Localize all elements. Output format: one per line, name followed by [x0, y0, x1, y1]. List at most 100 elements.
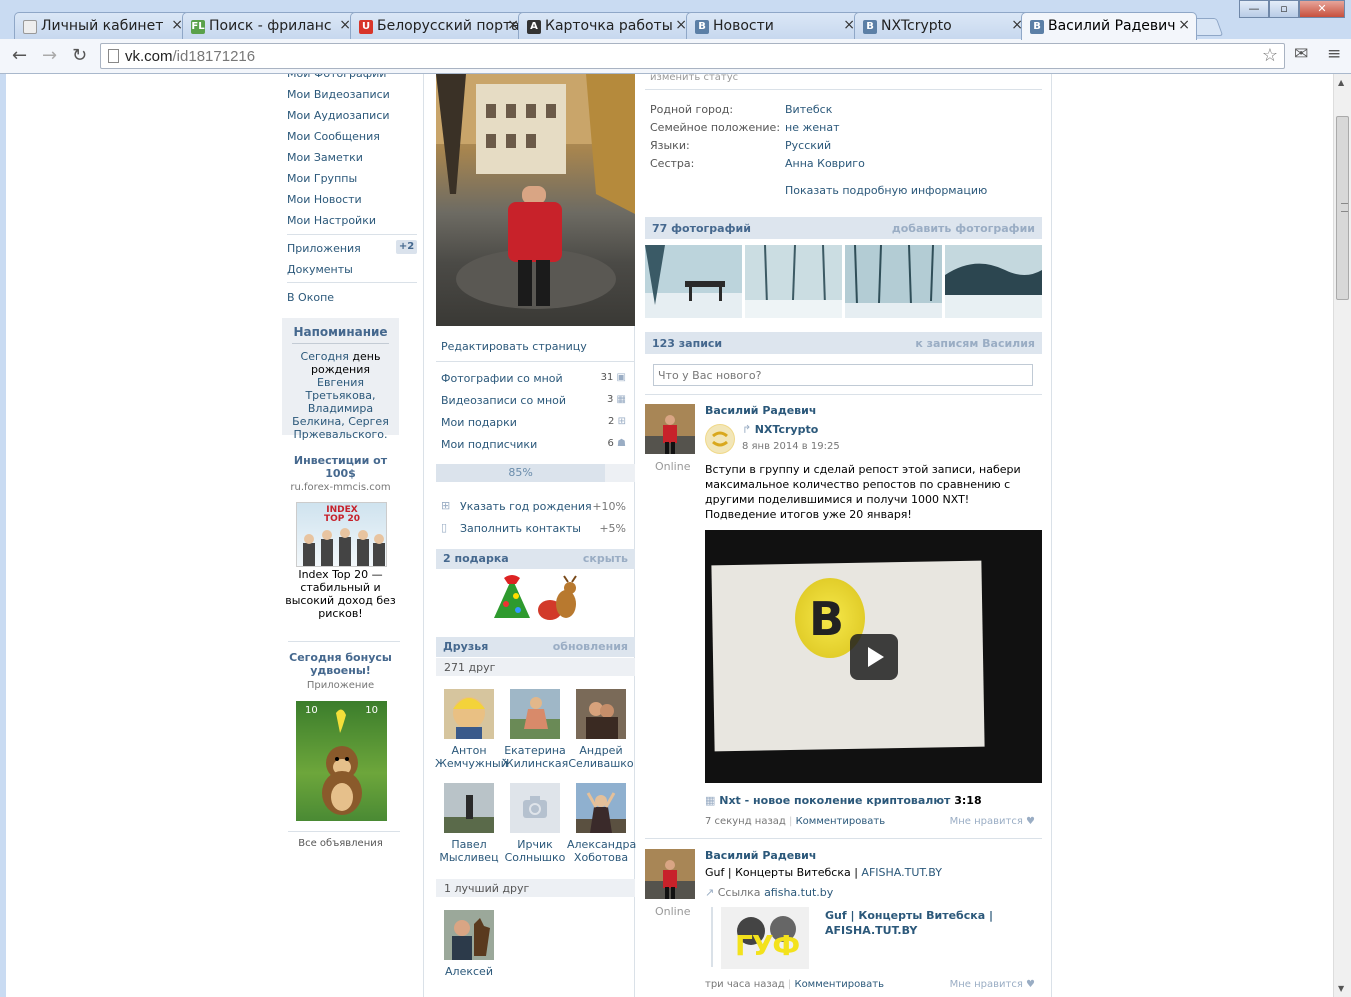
friend-last-name[interactable]: Жилинская [501, 757, 569, 770]
post-time[interactable]: три часа назад [705, 979, 785, 990]
tab-1[interactable]: Личный кабинет × [14, 12, 190, 40]
page-scrollbar[interactable]: ▲ ▼ [1333, 74, 1351, 997]
all-ads-link[interactable]: Все объявления [282, 838, 399, 849]
post-author-name[interactable]: Василий Радевич [705, 849, 816, 862]
tab-7-active[interactable]: B Василий Радевич × [1021, 12, 1197, 40]
gift-tree-icon[interactable] [488, 574, 536, 627]
comment-link[interactable]: Комментировать [794, 979, 884, 990]
maximize-icon[interactable]: ▫ [1269, 0, 1299, 18]
my-followers-link[interactable]: Мои подписчики [441, 438, 537, 451]
repost-source[interactable]: ↱ NXTcrypto [742, 423, 818, 436]
new-post-input[interactable]: Что у Вас нового? [653, 364, 1033, 386]
friend-avatar[interactable] [510, 783, 560, 833]
ad-title[interactable]: Сегодня бонусы удвоены! [282, 651, 399, 677]
gifts-hide-link[interactable]: скрыть [583, 552, 628, 565]
post-time[interactable]: 7 секунд назад [705, 816, 786, 827]
menu-item-photos[interactable]: Мои Фотографии [281, 74, 386, 83]
play-icon[interactable] [850, 634, 898, 680]
friend-avatar[interactable] [444, 910, 494, 960]
scroll-up-icon[interactable]: ▲ [1338, 78, 1344, 87]
friend-card[interactable]: Антон Жемчужный [435, 689, 508, 770]
hometown-value[interactable]: Витебск [785, 103, 832, 116]
menu-item-messages[interactable]: Мои Сообщения [281, 125, 380, 146]
menu-item-v-okope[interactable]: В Окопе [281, 286, 334, 307]
video-player[interactable]: B [705, 530, 1042, 783]
task-birth-year-link[interactable]: Указать год рождения [460, 500, 592, 513]
tab-3[interactable]: U Белорусский портал × [350, 12, 526, 40]
photo-thumb[interactable] [945, 245, 1042, 318]
languages-value[interactable]: Русский [785, 139, 831, 152]
address-bar[interactable]: vk.com/id18171216 ☆ [100, 43, 1285, 69]
post-date[interactable]: 8 янв 2014 в 19:25 [742, 441, 840, 452]
menu-item-audio[interactable]: Мои Аудиозаписи [281, 104, 390, 125]
show-details-link[interactable]: Показать подробную информацию [785, 184, 987, 197]
friend-first-name[interactable]: Ирчик [501, 838, 569, 851]
friend-first-name[interactable]: Павел [435, 838, 503, 851]
back-arrow-icon[interactable]: ← [12, 45, 27, 66]
link-attachment[interactable]: ↗ Ссылка afisha.tut.by [705, 885, 1035, 900]
my-gifts-link[interactable]: Мои подарки [441, 416, 517, 429]
like-button[interactable]: Мне нравится ♥ [950, 816, 1035, 827]
menu-item-settings[interactable]: Мои Настройки [281, 209, 376, 230]
friend-avatar[interactable] [444, 783, 494, 833]
friend-last-name[interactable]: Солнышко [501, 851, 569, 864]
menu-item-news[interactable]: Мои Новости [281, 188, 362, 209]
friend-avatar[interactable] [510, 689, 560, 739]
photo-thumb[interactable] [845, 245, 942, 318]
menu-item-apps[interactable]: Приложения +2 [281, 237, 421, 258]
ad-forex[interactable]: Инвестиции от 100$ ru.forex-mmcis.com IN… [282, 454, 399, 620]
sister-value[interactable]: Анна Ковриго [785, 157, 865, 170]
friend-first-name[interactable]: Андрей [567, 744, 635, 757]
gifts-header[interactable]: 2 подарка скрыть [436, 549, 635, 569]
friend-card[interactable]: Александра Хоботова [567, 783, 636, 864]
friend-first-name[interactable]: Антон [435, 744, 503, 757]
post-author-name[interactable]: Василий Радевич [705, 404, 816, 417]
tab-4[interactable]: A Карточка работы × [518, 12, 694, 40]
post-author-avatar[interactable] [645, 849, 695, 899]
friend-last-name[interactable]: Мысливец [435, 851, 503, 864]
profile-photo[interactable] [436, 74, 635, 326]
video-title-row[interactable]: ▦ Nxt - новое поколение криптовалют 3:18 [705, 794, 982, 807]
window-close-icon[interactable]: ✕ [1299, 0, 1345, 18]
friends-header[interactable]: Друзья обновления [436, 637, 635, 657]
photos-count[interactable]: 77 фотографий [652, 222, 751, 235]
friend-avatar[interactable] [576, 783, 626, 833]
photos-with-me-link[interactable]: Фотографии со мной [441, 372, 563, 385]
close-icon[interactable]: × [1178, 17, 1190, 33]
relationship-value[interactable]: не женат [785, 121, 839, 134]
post-text-link[interactable]: AFISHA.TUT.BY [861, 866, 942, 879]
friends-title[interactable]: Друзья [443, 640, 488, 653]
friend-last-name[interactable]: Селивашко [567, 757, 635, 770]
menu-item-documents[interactable]: Документы [281, 258, 353, 279]
comment-link[interactable]: Комментировать [796, 816, 886, 827]
tab-6[interactable]: B NXTcrypto × [854, 12, 1030, 40]
friends-updates-link[interactable]: обновления [553, 640, 628, 653]
menu-item-videos[interactable]: Мои Видеозаписи [281, 83, 390, 104]
friend-first-name[interactable]: Александра [567, 838, 636, 851]
mail-icon[interactable]: ✉ [1294, 44, 1308, 64]
best-friend-header[interactable]: 1 лучший друг [436, 879, 635, 897]
friends-count[interactable]: 271 друг [436, 658, 635, 676]
forward-arrow-icon[interactable]: → [42, 45, 57, 66]
photo-thumb[interactable] [645, 245, 742, 318]
friend-last-name[interactable]: Жемчужный [435, 757, 508, 770]
add-photos-link[interactable]: добавить фотографии [892, 222, 1035, 235]
link-card-title[interactable]: Guf | Концерты Витебска | AFISHA.TUT.BY [825, 908, 995, 938]
best-friend-name[interactable]: Алексей [435, 965, 503, 978]
reminder-names[interactable]: Евгения Третьякова, Владимира Белкина, С… [292, 376, 389, 441]
edit-page-link[interactable]: Редактировать страницу [441, 340, 587, 353]
ad-monkey-image[interactable]: 10 10 [296, 701, 387, 821]
wall-all-link[interactable]: к записям Василия [915, 337, 1035, 350]
menu-item-notes[interactable]: Мои Заметки [281, 146, 363, 167]
friend-avatar[interactable] [444, 689, 494, 739]
link-card-image[interactable]: ГУФ [721, 907, 809, 969]
friend-first-name[interactable]: Екатерина [501, 744, 569, 757]
video-title[interactable]: Nxt - новое поколение криптовалют [719, 794, 950, 807]
minimize-icon[interactable]: — [1239, 0, 1269, 18]
scroll-down-icon[interactable]: ▼ [1338, 984, 1344, 993]
photo-thumb[interactable] [745, 245, 842, 318]
friend-card[interactable]: Андрей Селивашко [567, 689, 635, 770]
link-domain[interactable]: afisha.tut.by [764, 886, 833, 899]
task-contacts-link[interactable]: Заполнить контакты [460, 522, 581, 535]
videos-with-me-link[interactable]: Видеозаписи со мной [441, 394, 566, 407]
